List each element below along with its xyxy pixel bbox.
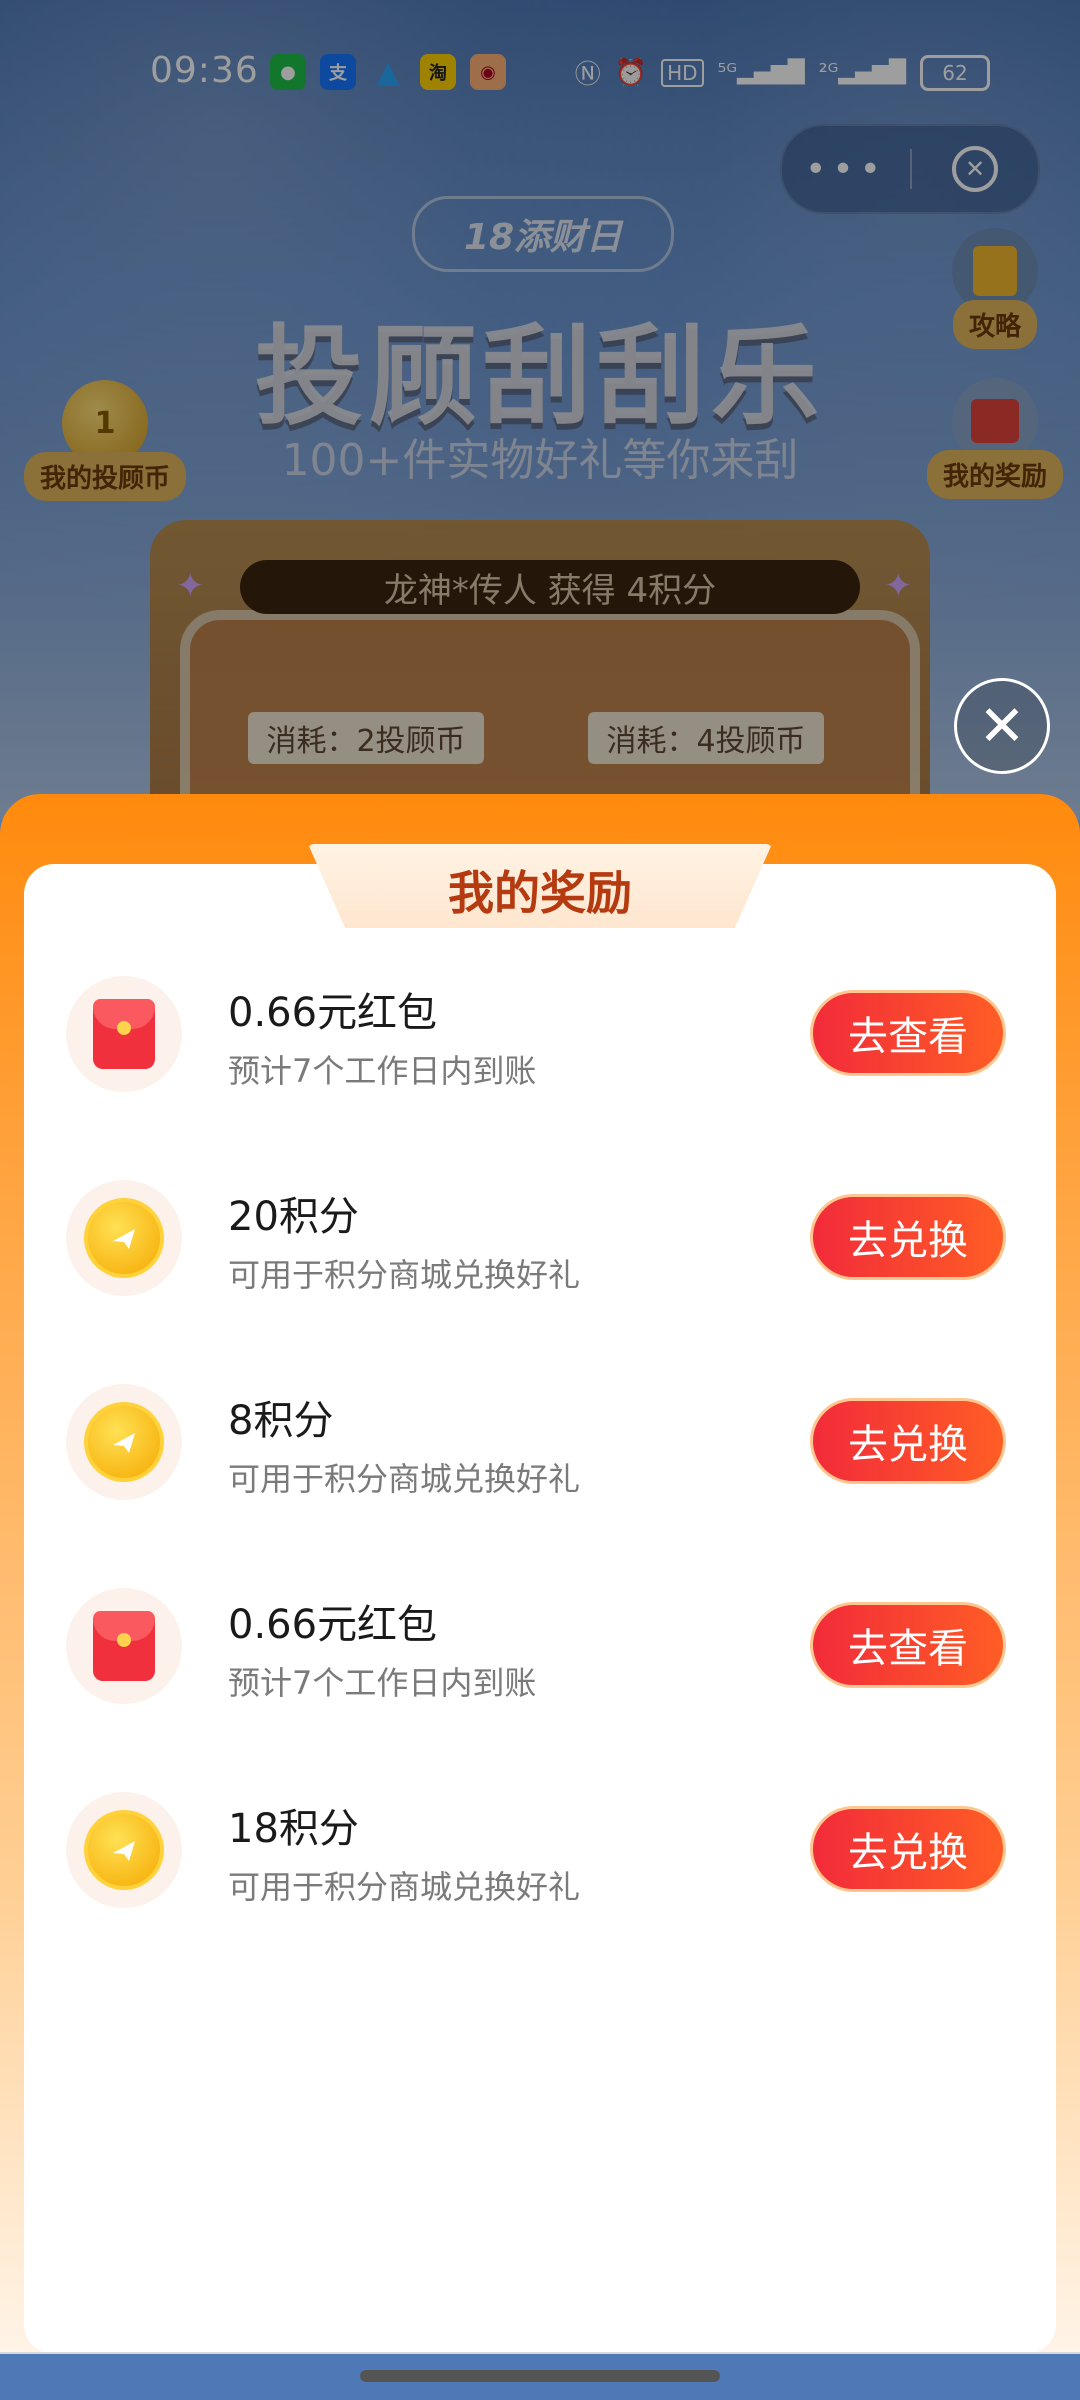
reward-title: 8积分: [228, 1398, 334, 1444]
reward-row: 18积分 可用于积分商城兑换好礼 去兑换: [24, 1774, 1056, 1978]
reward-subtitle: 可用于积分商城兑换好礼: [228, 1460, 581, 1498]
close-icon: ✕: [978, 693, 1026, 759]
reward-subtitle: 预计7个工作日内到账: [228, 1664, 537, 1702]
reward-subtitle: 预计7个工作日内到账: [228, 1052, 537, 1090]
reward-title: 0.66元红包: [228, 990, 438, 1036]
reward-subtitle: 可用于积分商城兑换好礼: [228, 1868, 581, 1906]
redeem-button[interactable]: 去兑换: [810, 1194, 1006, 1280]
red-envelope-icon: [66, 976, 182, 1092]
reward-row: 0.66元红包 预计7个工作日内到账 去查看: [24, 958, 1056, 1162]
view-button[interactable]: 去查看: [810, 990, 1006, 1076]
reward-row: 20积分 可用于积分商城兑换好礼 去兑换: [24, 1162, 1056, 1366]
redeem-button[interactable]: 去兑换: [810, 1806, 1006, 1892]
sheet-title: 我的奖励: [448, 866, 632, 920]
reward-subtitle: 可用于积分商城兑换好礼: [228, 1256, 581, 1294]
home-indicator[interactable]: [360, 2370, 720, 2382]
reward-title: 20积分: [228, 1194, 359, 1240]
reward-title: 0.66元红包: [228, 1602, 438, 1648]
points-coin-icon: [66, 1792, 182, 1908]
redeem-button[interactable]: 去兑换: [810, 1398, 1006, 1484]
view-button[interactable]: 去查看: [810, 1602, 1006, 1688]
nav-divider: [0, 2352, 1080, 2354]
modal-backdrop[interactable]: [0, 0, 1080, 820]
rewards-list: 0.66元红包 预计7个工作日内到账 去查看 20积分 可用于积分商城兑换好礼 …: [24, 958, 1056, 1978]
reward-row: 0.66元红包 预计7个工作日内到账 去查看: [24, 1570, 1056, 1774]
points-coin-icon: [66, 1180, 182, 1296]
reward-row: 8积分 可用于积分商城兑换好礼 去兑换: [24, 1366, 1056, 1570]
reward-title: 18积分: [228, 1806, 359, 1852]
red-envelope-icon: [66, 1588, 182, 1704]
points-coin-icon: [66, 1384, 182, 1500]
close-sheet-button[interactable]: ✕: [954, 678, 1050, 774]
